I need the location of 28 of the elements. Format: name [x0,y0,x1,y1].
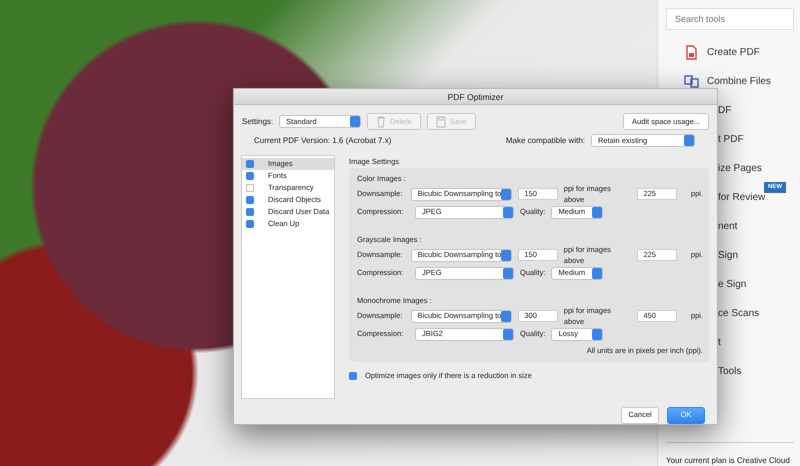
panel-checkbox[interactable] [246,172,254,180]
files-icon [684,74,699,89]
tool-item[interactable]: ize Pages [718,161,762,176]
dialog-title: PDF Optimizer [234,89,717,105]
tool-item[interactable]: t PDF [718,132,744,147]
tool-item[interactable]: for Review [718,190,766,205]
plan-text: Your current plan is Creative Cloud [666,442,794,466]
settings-label: Settings: [242,116,274,128]
panel-checkbox[interactable] [246,208,254,216]
tool-item[interactable]: Tools [718,364,742,379]
tool-item[interactable]: Combine Files [707,74,771,89]
tool-item[interactable]: DF [718,103,732,118]
search-field[interactable]: Search tools [666,8,794,30]
tool-item[interactable]: e Sign [718,277,746,292]
compatible-label: Make compatible with: [506,134,585,146]
panel-checkbox[interactable] [246,196,254,204]
panel-checkbox[interactable] [246,220,254,228]
tool-item[interactable]: Create PDF [707,45,760,60]
trash-icon [376,116,386,128]
tool-item[interactable]: ce Scans [718,306,760,321]
tool-item[interactable]: t [718,335,721,350]
panel-checkbox[interactable] [246,184,254,192]
tool-item[interactable]: nent [718,219,738,234]
version-text: Current PDF Version: 1.6 (Acrobat 7.x) [254,134,392,146]
panel-checkbox[interactable] [246,160,254,168]
optimize-checkbox[interactable] [349,372,357,380]
document-icon [684,45,699,60]
tool-item[interactable]: Sign [718,248,738,263]
